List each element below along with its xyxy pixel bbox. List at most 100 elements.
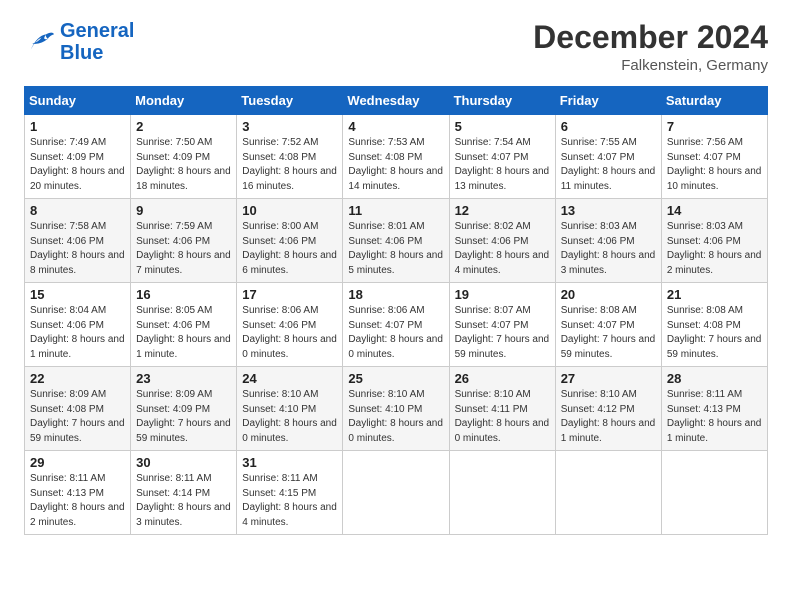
day-info: Sunrise: 8:01 AMSunset: 4:06 PMDaylight:… bbox=[348, 221, 443, 276]
day-number: 2 bbox=[136, 119, 231, 134]
table-row: 24 Sunrise: 8:10 AMSunset: 4:10 PMDaylig… bbox=[237, 367, 343, 451]
day-info: Sunrise: 8:03 AMSunset: 4:06 PMDaylight:… bbox=[561, 221, 656, 276]
day-number: 9 bbox=[136, 203, 231, 218]
table-row: 19 Sunrise: 8:07 AMSunset: 4:07 PMDaylig… bbox=[449, 283, 555, 367]
table-row: 2 Sunrise: 7:50 AMSunset: 4:09 PMDayligh… bbox=[131, 115, 237, 199]
day-info: Sunrise: 8:04 AMSunset: 4:06 PMDaylight:… bbox=[30, 305, 125, 360]
day-number: 29 bbox=[30, 455, 125, 470]
day-info: Sunrise: 7:56 AMSunset: 4:07 PMDaylight:… bbox=[667, 137, 762, 192]
calendar-body: 1 Sunrise: 7:49 AMSunset: 4:09 PMDayligh… bbox=[25, 115, 768, 535]
table-row: 21 Sunrise: 8:08 AMSunset: 4:08 PMDaylig… bbox=[661, 283, 767, 367]
day-number: 1 bbox=[30, 119, 125, 134]
header: General Blue December 2024 Falkenstein, … bbox=[24, 20, 768, 74]
calendar-week-4: 29 Sunrise: 8:11 AMSunset: 4:13 PMDaylig… bbox=[25, 451, 768, 535]
day-info: Sunrise: 7:49 AMSunset: 4:09 PMDaylight:… bbox=[30, 137, 125, 192]
day-number: 23 bbox=[136, 371, 231, 386]
day-number: 28 bbox=[667, 371, 762, 386]
day-info: Sunrise: 8:03 AMSunset: 4:06 PMDaylight:… bbox=[667, 221, 762, 276]
table-row: 31 Sunrise: 8:11 AMSunset: 4:15 PMDaylig… bbox=[237, 451, 343, 535]
table-row bbox=[661, 451, 767, 535]
table-row: 22 Sunrise: 8:09 AMSunset: 4:08 PMDaylig… bbox=[25, 367, 131, 451]
header-row: Sunday Monday Tuesday Wednesday Thursday… bbox=[25, 87, 768, 115]
location: Falkenstein, Germany bbox=[533, 57, 768, 74]
day-info: Sunrise: 8:11 AMSunset: 4:13 PMDaylight:… bbox=[667, 389, 762, 444]
table-row bbox=[449, 451, 555, 535]
day-info: Sunrise: 7:58 AMSunset: 4:06 PMDaylight:… bbox=[30, 221, 125, 276]
table-row: 9 Sunrise: 7:59 AMSunset: 4:06 PMDayligh… bbox=[131, 199, 237, 283]
day-number: 10 bbox=[242, 203, 337, 218]
table-row: 3 Sunrise: 7:52 AMSunset: 4:08 PMDayligh… bbox=[237, 115, 343, 199]
day-number: 19 bbox=[455, 287, 550, 302]
col-wednesday: Wednesday bbox=[343, 87, 449, 115]
table-row: 1 Sunrise: 7:49 AMSunset: 4:09 PMDayligh… bbox=[25, 115, 131, 199]
day-info: Sunrise: 8:05 AMSunset: 4:06 PMDaylight:… bbox=[136, 305, 231, 360]
day-number: 11 bbox=[348, 203, 443, 218]
calendar-week-3: 22 Sunrise: 8:09 AMSunset: 4:08 PMDaylig… bbox=[25, 367, 768, 451]
day-info: Sunrise: 8:08 AMSunset: 4:08 PMDaylight:… bbox=[667, 305, 762, 360]
table-row: 15 Sunrise: 8:04 AMSunset: 4:06 PMDaylig… bbox=[25, 283, 131, 367]
month-title: December 2024 bbox=[533, 20, 768, 55]
day-info: Sunrise: 8:11 AMSunset: 4:15 PMDaylight:… bbox=[242, 473, 337, 528]
day-info: Sunrise: 7:50 AMSunset: 4:09 PMDaylight:… bbox=[136, 137, 231, 192]
day-number: 3 bbox=[242, 119, 337, 134]
table-row: 25 Sunrise: 8:10 AMSunset: 4:10 PMDaylig… bbox=[343, 367, 449, 451]
day-info: Sunrise: 8:11 AMSunset: 4:14 PMDaylight:… bbox=[136, 473, 231, 528]
day-number: 27 bbox=[561, 371, 656, 386]
day-number: 22 bbox=[30, 371, 125, 386]
table-row bbox=[555, 451, 661, 535]
day-number: 21 bbox=[667, 287, 762, 302]
day-info: Sunrise: 8:02 AMSunset: 4:06 PMDaylight:… bbox=[455, 221, 550, 276]
table-row: 26 Sunrise: 8:10 AMSunset: 4:11 PMDaylig… bbox=[449, 367, 555, 451]
logo: General Blue bbox=[24, 20, 134, 64]
logo-line2: Blue bbox=[60, 42, 103, 64]
day-number: 5 bbox=[455, 119, 550, 134]
table-row: 20 Sunrise: 8:08 AMSunset: 4:07 PMDaylig… bbox=[555, 283, 661, 367]
col-thursday: Thursday bbox=[449, 87, 555, 115]
day-info: Sunrise: 8:10 AMSunset: 4:12 PMDaylight:… bbox=[561, 389, 656, 444]
table-row: 4 Sunrise: 7:53 AMSunset: 4:08 PMDayligh… bbox=[343, 115, 449, 199]
day-number: 20 bbox=[561, 287, 656, 302]
title-area: December 2024 Falkenstein, Germany bbox=[533, 20, 768, 74]
day-info: Sunrise: 7:54 AMSunset: 4:07 PMDaylight:… bbox=[455, 137, 550, 192]
col-monday: Monday bbox=[131, 87, 237, 115]
table-row: 14 Sunrise: 8:03 AMSunset: 4:06 PMDaylig… bbox=[661, 199, 767, 283]
day-info: Sunrise: 8:11 AMSunset: 4:13 PMDaylight:… bbox=[30, 473, 125, 528]
table-row: 7 Sunrise: 7:56 AMSunset: 4:07 PMDayligh… bbox=[661, 115, 767, 199]
day-number: 24 bbox=[242, 371, 337, 386]
day-info: Sunrise: 8:07 AMSunset: 4:07 PMDaylight:… bbox=[455, 305, 550, 360]
calendar-week-1: 8 Sunrise: 7:58 AMSunset: 4:06 PMDayligh… bbox=[25, 199, 768, 283]
day-number: 13 bbox=[561, 203, 656, 218]
table-row: 27 Sunrise: 8:10 AMSunset: 4:12 PMDaylig… bbox=[555, 367, 661, 451]
day-info: Sunrise: 8:08 AMSunset: 4:07 PMDaylight:… bbox=[561, 305, 656, 360]
day-info: Sunrise: 8:06 AMSunset: 4:06 PMDaylight:… bbox=[242, 305, 337, 360]
day-number: 6 bbox=[561, 119, 656, 134]
table-row: 30 Sunrise: 8:11 AMSunset: 4:14 PMDaylig… bbox=[131, 451, 237, 535]
day-info: Sunrise: 8:00 AMSunset: 4:06 PMDaylight:… bbox=[242, 221, 337, 276]
logo-line1: General bbox=[60, 20, 134, 42]
table-row: 8 Sunrise: 7:58 AMSunset: 4:06 PMDayligh… bbox=[25, 199, 131, 283]
day-number: 16 bbox=[136, 287, 231, 302]
col-saturday: Saturday bbox=[661, 87, 767, 115]
day-number: 7 bbox=[667, 119, 762, 134]
table-row: 29 Sunrise: 8:11 AMSunset: 4:13 PMDaylig… bbox=[25, 451, 131, 535]
table-row: 23 Sunrise: 8:09 AMSunset: 4:09 PMDaylig… bbox=[131, 367, 237, 451]
day-info: Sunrise: 8:06 AMSunset: 4:07 PMDaylight:… bbox=[348, 305, 443, 360]
day-info: Sunrise: 7:53 AMSunset: 4:08 PMDaylight:… bbox=[348, 137, 443, 192]
page: General Blue December 2024 Falkenstein, … bbox=[0, 0, 792, 612]
table-row: 13 Sunrise: 8:03 AMSunset: 4:06 PMDaylig… bbox=[555, 199, 661, 283]
day-number: 30 bbox=[136, 455, 231, 470]
table-row: 17 Sunrise: 8:06 AMSunset: 4:06 PMDaylig… bbox=[237, 283, 343, 367]
table-row bbox=[343, 451, 449, 535]
day-number: 15 bbox=[30, 287, 125, 302]
table-row: 11 Sunrise: 8:01 AMSunset: 4:06 PMDaylig… bbox=[343, 199, 449, 283]
col-sunday: Sunday bbox=[25, 87, 131, 115]
day-info: Sunrise: 8:10 AMSunset: 4:10 PMDaylight:… bbox=[348, 389, 443, 444]
day-info: Sunrise: 8:10 AMSunset: 4:10 PMDaylight:… bbox=[242, 389, 337, 444]
day-number: 12 bbox=[455, 203, 550, 218]
day-info: Sunrise: 8:09 AMSunset: 4:09 PMDaylight:… bbox=[136, 389, 231, 444]
table-row: 6 Sunrise: 7:55 AMSunset: 4:07 PMDayligh… bbox=[555, 115, 661, 199]
table-row: 16 Sunrise: 8:05 AMSunset: 4:06 PMDaylig… bbox=[131, 283, 237, 367]
table-row: 18 Sunrise: 8:06 AMSunset: 4:07 PMDaylig… bbox=[343, 283, 449, 367]
col-friday: Friday bbox=[555, 87, 661, 115]
table-row: 28 Sunrise: 8:11 AMSunset: 4:13 PMDaylig… bbox=[661, 367, 767, 451]
